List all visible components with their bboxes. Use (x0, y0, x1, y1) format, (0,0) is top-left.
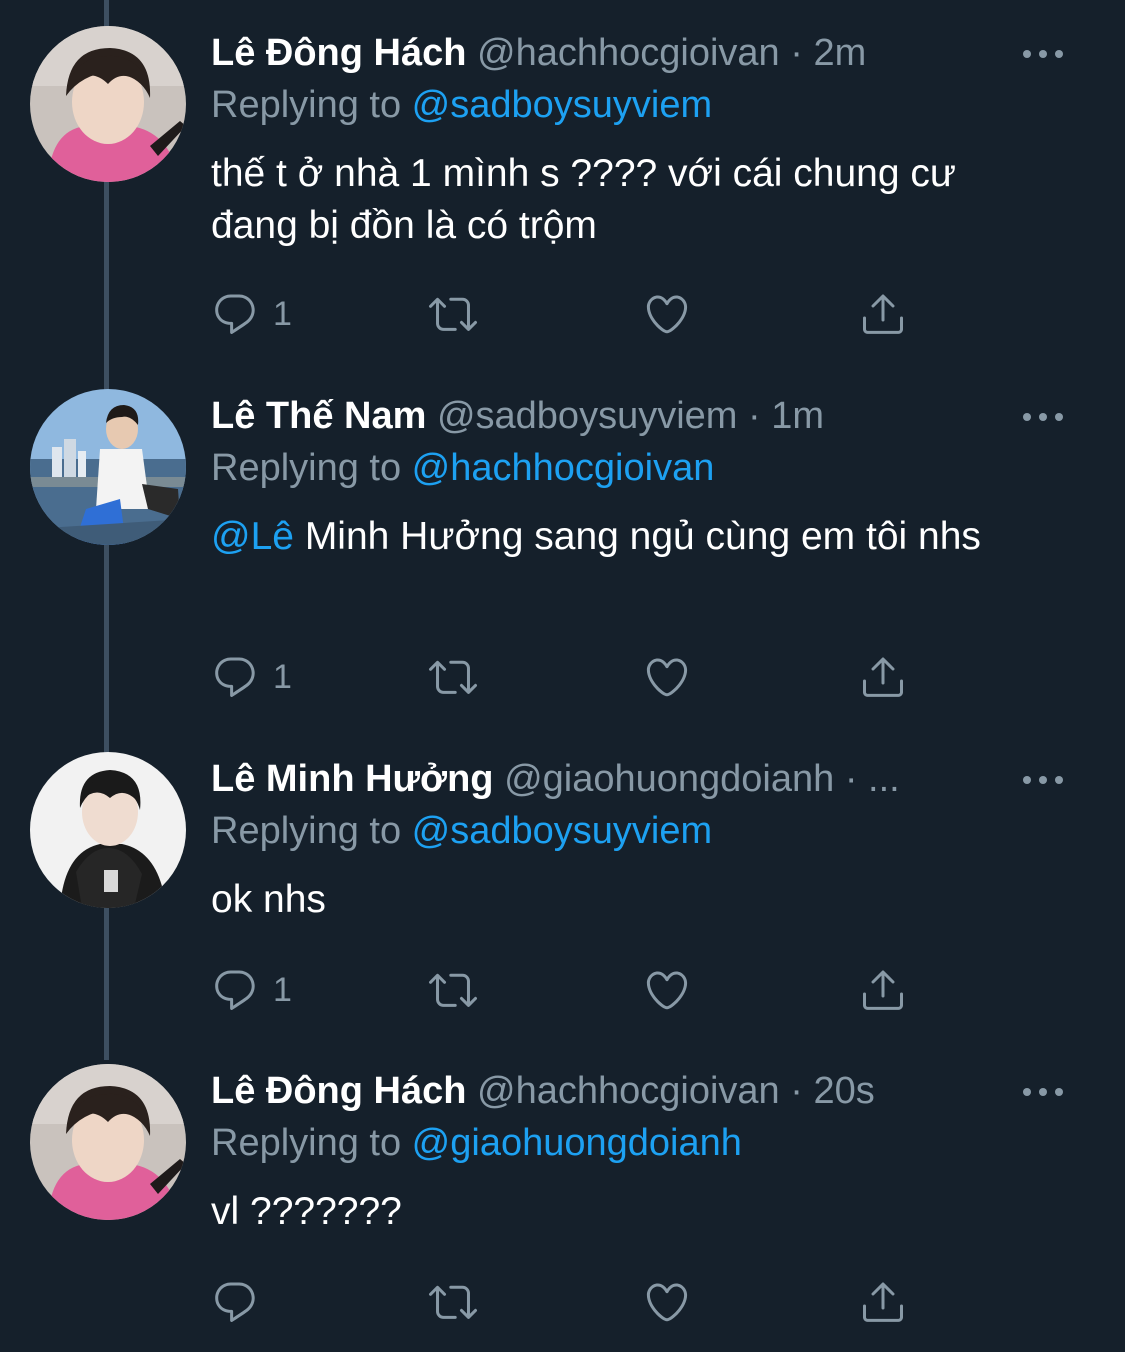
handle-and-time[interactable]: @hachhocgioivan · 2m (477, 32, 866, 74)
avatar[interactable] (30, 1064, 186, 1220)
replying-to-link[interactable]: @sadboysuyviem (412, 810, 712, 852)
action-bar: 1 (211, 965, 931, 1015)
tweet-header: Lê Thế Nam @sadboysuyviem · 1m (211, 393, 824, 439)
action-bar: 1 (211, 652, 931, 702)
more-options-icon[interactable] (1023, 397, 1063, 437)
retweet-icon (429, 973, 477, 1007)
tweet-text-content: ok nhs (211, 878, 326, 921)
tweet-header: Lê Đông Hách @hachhocgioivan · 2m (211, 30, 866, 76)
like-button[interactable] (643, 1277, 691, 1327)
share-button[interactable] (859, 965, 907, 1015)
reply-button[interactable]: 1 (211, 652, 292, 702)
replying-prefix: Replying to (211, 84, 412, 126)
like-button[interactable] (643, 965, 691, 1015)
replying-prefix: Replying to (211, 1122, 412, 1164)
reply-icon (215, 294, 255, 334)
tweet[interactable]: Lê Đông Hách @hachhocgioivan · 2m Replyi… (0, 0, 1125, 363)
tweet[interactable]: Lê Đông Hách @hachhocgioivan · 20s Reply… (0, 1038, 1125, 1352)
replying-to-link[interactable]: @hachhocgioivan (412, 447, 715, 489)
share-button[interactable] (859, 289, 907, 339)
tweet-text-content: vl ??????? (211, 1190, 402, 1233)
share-icon (863, 970, 903, 1010)
display-name[interactable]: Lê Thế Nam (211, 395, 426, 437)
retweet-icon (429, 297, 477, 331)
tweet-header: Lê Đông Hách @hachhocgioivan · 20s (211, 1068, 875, 1114)
handle-and-time[interactable]: @giaohuongdoianh · ... (504, 758, 900, 800)
heart-icon (646, 971, 688, 1010)
reply-icon (215, 1282, 255, 1322)
tweet-text: @Lê Minh Hưởng sang ngủ cùng em tôi nhs (211, 511, 1001, 563)
handle-and-time[interactable]: @hachhocgioivan · 20s (477, 1070, 875, 1112)
avatar[interactable] (30, 26, 186, 182)
reply-count: 1 (273, 657, 292, 696)
more-options-icon[interactable] (1023, 1072, 1063, 1112)
action-bar: 1 (211, 289, 931, 339)
retweet-button[interactable] (426, 965, 480, 1015)
tweet-text-content: Minh Hưởng sang ngủ cùng em tôi nhs (293, 515, 981, 558)
tweet-header: Lê Minh Hưởng @giaohuongdoianh · ... (211, 756, 900, 802)
replying-to: Replying to @giaohuongdoianh (211, 1120, 742, 1166)
reply-count: 1 (273, 294, 292, 333)
display-name[interactable]: Lê Đông Hách (211, 32, 466, 74)
reply-icon (215, 970, 255, 1010)
avatar[interactable] (30, 752, 186, 908)
heart-icon (646, 295, 688, 334)
replying-to: Replying to @hachhocgioivan (211, 445, 714, 491)
share-icon (863, 657, 903, 697)
display-name[interactable]: Lê Đông Hách (211, 1070, 466, 1112)
more-options-icon[interactable] (1023, 34, 1063, 74)
like-button[interactable] (643, 652, 691, 702)
reply-button[interactable]: 1 (211, 965, 292, 1015)
share-icon (863, 1282, 903, 1322)
reply-button[interactable]: 1 (211, 289, 292, 339)
display-name[interactable]: Lê Minh Hưởng (211, 758, 494, 800)
reply-button[interactable] (211, 1277, 273, 1327)
heart-icon (646, 658, 688, 697)
share-icon (863, 294, 903, 334)
tweet[interactable]: Lê Thế Nam @sadboysuyviem · 1m Replying … (0, 363, 1125, 726)
handle-and-time[interactable]: @sadboysuyviem · 1m (437, 395, 824, 437)
retweet-button[interactable] (426, 289, 480, 339)
share-button[interactable] (859, 652, 907, 702)
share-button[interactable] (859, 1277, 907, 1327)
retweet-icon (429, 1285, 477, 1319)
action-bar (211, 1277, 931, 1327)
more-options-icon[interactable] (1023, 760, 1063, 800)
tweet[interactable]: Lê Minh Hưởng @giaohuongdoianh · ... Rep… (0, 726, 1125, 1039)
replying-to-link[interactable]: @giaohuongdoianh (412, 1122, 742, 1164)
replying-prefix: Replying to (211, 810, 412, 852)
mention-link[interactable]: @Lê (211, 515, 294, 558)
reply-icon (215, 657, 255, 697)
like-button[interactable] (643, 289, 691, 339)
retweet-button[interactable] (426, 652, 480, 702)
reply-count: 1 (273, 970, 292, 1009)
tweet-text: ok nhs (211, 874, 1051, 926)
heart-icon (646, 1283, 688, 1322)
replying-to: Replying to @sadboysuyviem (211, 82, 712, 128)
tweet-text: vl ??????? (211, 1186, 1051, 1238)
retweet-button[interactable] (426, 1277, 480, 1327)
avatar[interactable] (30, 389, 186, 545)
replying-to: Replying to @sadboysuyviem (211, 808, 712, 854)
tweet-text: thế t ở nhà 1 mình s ???? với cái chung … (211, 148, 1051, 252)
tweet-text-content: thế t ở nhà 1 mình s ???? với cái chung … (211, 152, 956, 247)
retweet-icon (429, 660, 477, 694)
replying-to-link[interactable]: @sadboysuyviem (412, 84, 712, 126)
replying-prefix: Replying to (211, 447, 412, 489)
